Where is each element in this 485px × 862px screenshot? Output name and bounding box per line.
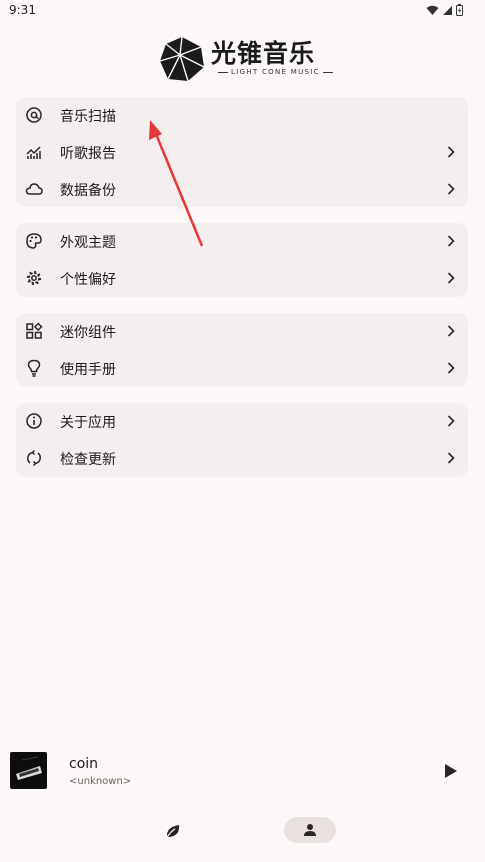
play-button[interactable] — [441, 762, 459, 780]
status-bar: 9:31 — [0, 0, 485, 22]
widgets-icon — [26, 322, 43, 339]
menu-item-mini-widgets[interactable]: 迷你组件 — [16, 313, 468, 350]
song-artist: <unknown> — [69, 776, 132, 787]
settings-group-help: 迷你组件 使用手册 — [16, 313, 468, 387]
menu-item-preferences[interactable]: 个性偏好 — [16, 260, 468, 297]
cloud-icon — [25, 183, 43, 195]
chevron-right-icon — [447, 325, 455, 337]
menu-item-data-backup[interactable]: 数据备份 — [16, 171, 468, 208]
menu-item-label: 检查更新 — [60, 452, 116, 468]
nav-tab-home[interactable] — [160, 818, 186, 844]
menu-item-label: 外观主题 — [60, 235, 116, 251]
menu-item-label: 个性偏好 — [60, 272, 116, 288]
signal-icon — [443, 5, 452, 15]
menu-item-user-manual[interactable]: 使用手册 — [16, 350, 468, 387]
chevron-right-icon — [447, 415, 455, 427]
mini-player[interactable]: coin <unknown> — [0, 748, 485, 794]
menu-item-label: 使用手册 — [60, 362, 116, 378]
palette-icon — [26, 233, 42, 249]
sync-icon — [27, 449, 41, 467]
leaf-icon — [165, 825, 180, 840]
menu-item-label: 音乐扫描 — [60, 109, 116, 125]
info-icon — [26, 413, 42, 429]
menu-item-check-update[interactable]: 检查更新 — [16, 440, 468, 477]
chevron-right-icon — [447, 272, 455, 284]
settings-group-about: 关于应用 检查更新 — [16, 403, 468, 477]
menu-item-appearance-theme[interactable]: 外观主题 — [16, 223, 468, 260]
chevron-right-icon — [447, 362, 455, 374]
menu-item-listening-report[interactable]: 听歌报告 — [16, 134, 468, 171]
bottom-nav — [0, 810, 485, 850]
logo-subtitle: LIGHT CONE MUSIC — [215, 68, 336, 76]
profile-icon — [304, 824, 316, 836]
menu-item-about-app[interactable]: 关于应用 — [16, 403, 468, 440]
song-title: coin — [69, 756, 99, 772]
menu-item-music-scan[interactable]: 音乐扫描 — [16, 97, 468, 134]
chevron-right-icon — [447, 183, 455, 195]
logo-title: 光锥音乐 — [211, 39, 316, 68]
lightbulb-icon — [27, 359, 41, 377]
menu-item-label: 听歌报告 — [60, 146, 116, 162]
nav-tab-profile[interactable] — [284, 817, 336, 843]
status-time: 9:31 — [9, 3, 36, 17]
album-art — [10, 752, 47, 789]
menu-item-label: 关于应用 — [60, 415, 116, 431]
chevron-right-icon — [447, 235, 455, 247]
chart-icon — [26, 146, 41, 159]
menu-item-label: 数据备份 — [60, 183, 116, 199]
gear-icon — [26, 270, 42, 286]
light-cone-logo-icon — [159, 36, 205, 82]
chevron-right-icon — [447, 146, 455, 158]
wifi-icon — [426, 5, 439, 15]
status-icons — [426, 4, 463, 16]
app-logo: 光锥音乐 LIGHT CONE MUSIC — [158, 36, 330, 82]
at-sign-icon — [26, 107, 42, 123]
chevron-right-icon — [447, 452, 455, 464]
settings-group-library: 音乐扫描 听歌报告 数据备份 — [16, 97, 468, 207]
settings-group-appearance: 外观主题 个性偏好 — [16, 223, 468, 297]
battery-icon — [456, 4, 463, 16]
menu-item-label: 迷你组件 — [60, 325, 116, 341]
